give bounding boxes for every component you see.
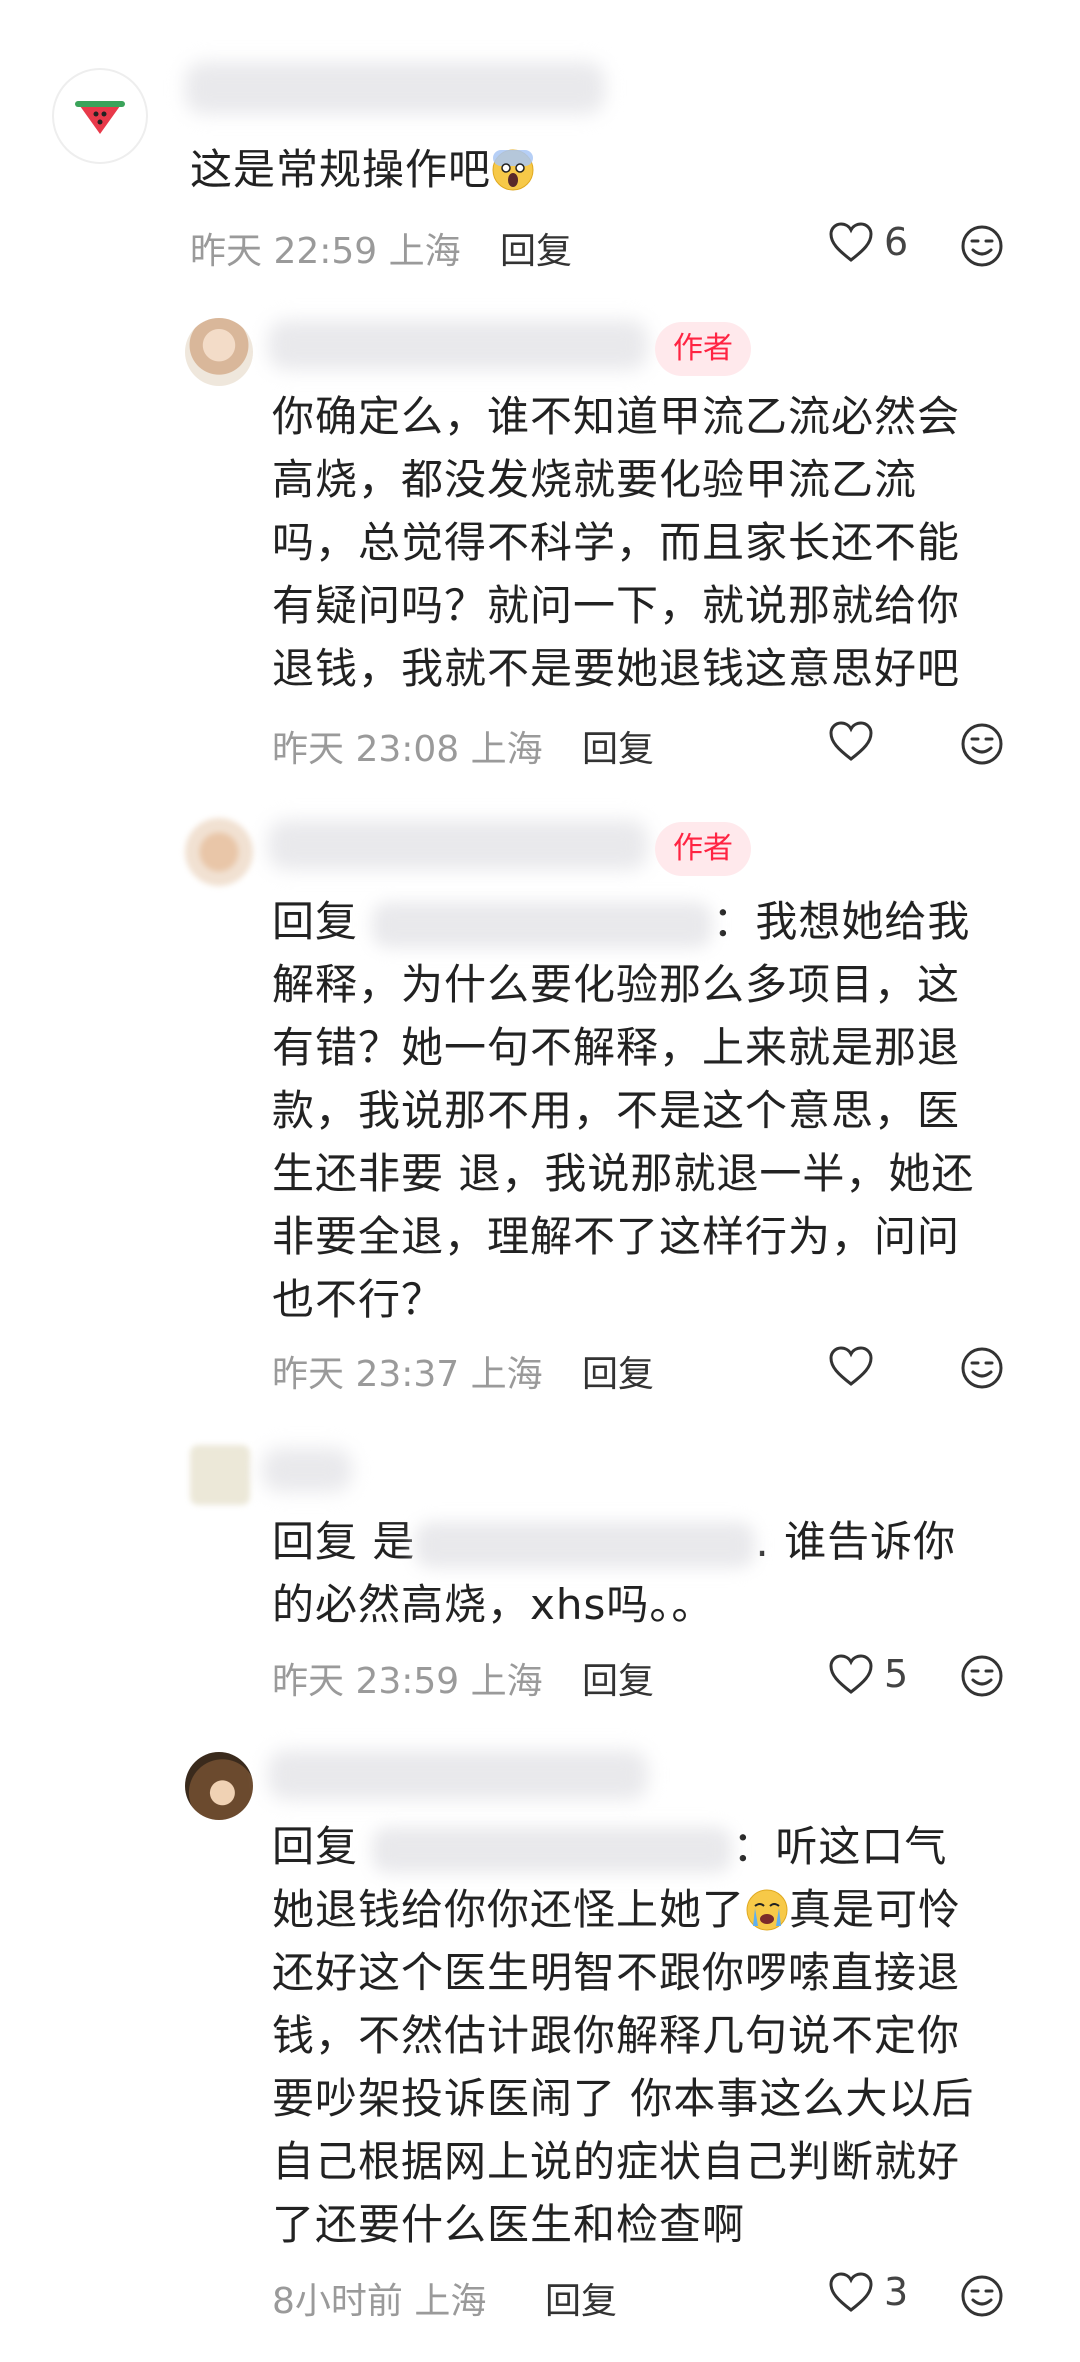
crying-face-emoji — [746, 1889, 788, 1931]
heart-outline-icon — [829, 222, 873, 262]
mention-blurred[interactable] — [372, 901, 713, 948]
heart-outline-icon — [829, 721, 873, 761]
like-count: 3 — [884, 2270, 909, 2314]
avatar[interactable] — [185, 818, 253, 886]
mention-blurred[interactable] — [415, 1521, 756, 1568]
smile-face-icon[interactable] — [960, 2274, 1004, 2318]
reply-button[interactable]: 回复 — [582, 1652, 654, 1704]
comment-time: 8小时前 上海 — [272, 2281, 487, 2322]
comment-text: 回复 是. 谁告诉你 的必然高烧，xhs吗。。 — [272, 1517, 957, 1629]
author-tag: 作者 — [655, 822, 751, 876]
mention-blurred[interactable] — [372, 1826, 733, 1873]
like-button[interactable]: 6 — [828, 220, 908, 264]
username-blurred[interactable] — [268, 320, 648, 370]
comment-text: 这是常规操作吧 — [190, 138, 535, 201]
username-blurred[interactable] — [262, 1448, 352, 1492]
heart-outline-icon — [829, 2272, 873, 2312]
smile-face-icon[interactable] — [960, 224, 1004, 268]
username-blurred[interactable] — [268, 1750, 648, 1800]
scream-face-emoji — [492, 149, 534, 191]
avatar[interactable] — [185, 1752, 253, 1820]
heart-outline-icon — [829, 1654, 873, 1694]
comment-text: 回复 ：听这口气 她退钱给你你还怪上她了 真是可怜 还好这个医生明智不跟你啰嗦直… — [272, 1822, 975, 2249]
like-count: 5 — [884, 1652, 909, 1696]
author-tag: 作者 — [655, 322, 751, 376]
like-count: 6 — [884, 220, 909, 264]
heart-outline-icon — [829, 1346, 873, 1386]
username-blurred[interactable] — [185, 62, 605, 114]
reply-button[interactable]: 回复 — [500, 222, 572, 274]
smile-face-icon[interactable] — [960, 1654, 1004, 1698]
avatar[interactable] — [52, 68, 148, 164]
comment-time: 昨天 23:59 上海 — [272, 1661, 543, 1702]
like-button[interactable]: 5 — [828, 1652, 908, 1696]
username-blurred[interactable] — [268, 820, 648, 870]
reply-button[interactable]: 回复 — [582, 720, 654, 772]
watermelon-icon — [75, 101, 125, 134]
comment-text: 回复 ：我想她给我 解释，为什么要化验那么多项目，这 有错？她一句不解释，上来就… — [272, 897, 975, 1324]
like-button[interactable] — [828, 720, 874, 762]
avatar[interactable] — [185, 318, 253, 386]
comment-time: 昨天 22:59 上海 — [190, 231, 461, 272]
smile-face-icon[interactable] — [960, 722, 1004, 766]
like-button[interactable] — [828, 1345, 874, 1387]
smile-face-icon[interactable] — [960, 1346, 1004, 1390]
reply-button[interactable]: 回复 — [582, 1345, 654, 1397]
comment-time: 昨天 23:08 上海 — [272, 729, 543, 770]
reply-button[interactable]: 回复 — [545, 2272, 617, 2324]
like-button[interactable]: 3 — [828, 2270, 908, 2314]
avatar[interactable] — [190, 1445, 250, 1505]
comment-time: 昨天 23:37 上海 — [272, 1354, 543, 1395]
comment-text: 你确定么，谁不知道甲流乙流必然会 高烧，都没发烧就要化验甲流乙流 吗，总觉得不科… — [272, 392, 961, 693]
